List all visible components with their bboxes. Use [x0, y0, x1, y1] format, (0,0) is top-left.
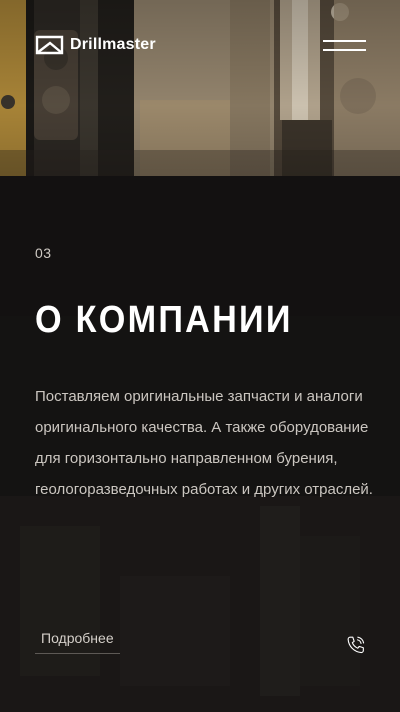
menu-line	[323, 40, 366, 42]
menu-line	[323, 49, 366, 51]
section-description: Поставляем оригинальные запчасти и анало…	[35, 388, 373, 498]
brand-name: Drillmaster	[70, 36, 156, 53]
phone-call-icon[interactable]	[345, 634, 367, 656]
hero-overlay	[0, 0, 400, 176]
envelope-arrow-logo-icon	[35, 35, 64, 55]
brand-logo[interactable]: Drillmaster	[35, 34, 156, 56]
section-title: О КОМПАНИИ	[35, 299, 293, 341]
hero-image: Drillmaster	[0, 0, 400, 176]
section-number: 03	[35, 245, 52, 261]
more-link[interactable]: Подробнее	[35, 630, 120, 654]
hamburger-menu-icon[interactable]	[323, 38, 366, 54]
